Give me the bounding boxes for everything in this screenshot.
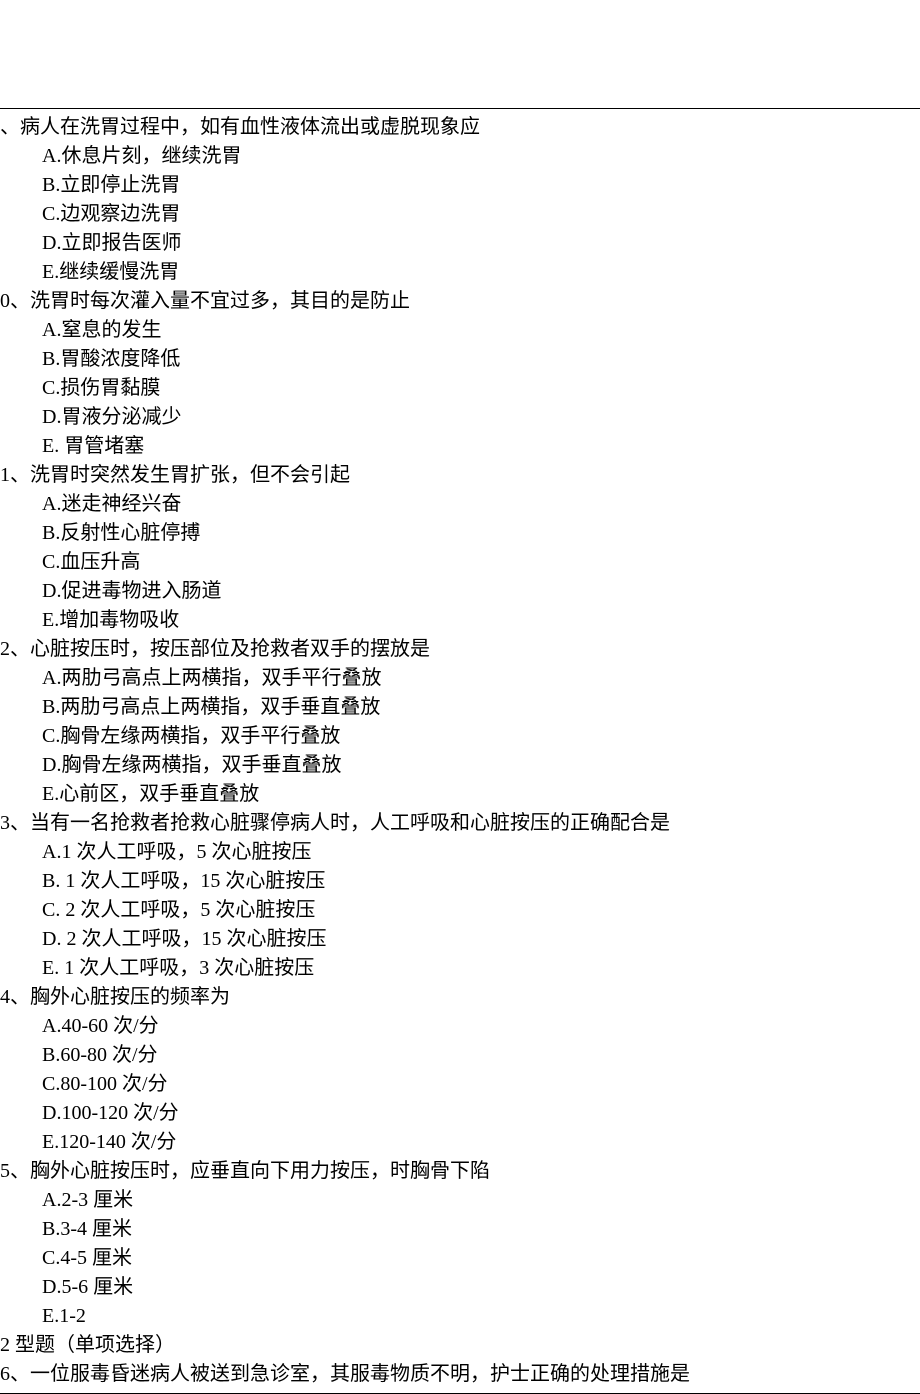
- option: A.窒息的发生: [0, 316, 920, 345]
- option: B.3-4 厘米: [0, 1215, 920, 1244]
- question-text: 1、洗胃时突然发生胃扩张，但不会引起: [0, 461, 920, 490]
- option: E.继续缓慢洗胃: [0, 258, 920, 287]
- option: E.120-140 次/分: [0, 1128, 920, 1157]
- option: A.迷走神经兴奋: [0, 490, 920, 519]
- option: E. 胃管堵塞: [0, 432, 920, 461]
- question-stem: 、心脏按压时，按压部位及抢救者双手的摆放是: [10, 638, 430, 660]
- question-stem: 、当有一名抢救者抢救心脏骤停病人时，人工呼吸和心脏按压的正确配合是: [10, 812, 670, 834]
- question-stem: 、洗胃时突然发生胃扩张，但不会引起: [10, 464, 350, 486]
- option: A.两肋弓高点上两横指，双手平行叠放: [0, 664, 920, 693]
- option: A.1 次人工呼吸，5 次心脏按压: [0, 838, 920, 867]
- option: D.胃液分泌减少: [0, 403, 920, 432]
- question-stem: 、洗胃时每次灌入量不宜过多，其目的是防止: [10, 290, 410, 312]
- option: B. 1 次人工呼吸，15 次心脏按压: [0, 867, 920, 896]
- option: A.40-60 次/分: [0, 1012, 920, 1041]
- option: B.反射性心脏停搏: [0, 519, 920, 548]
- option: C.4-5 厘米: [0, 1244, 920, 1273]
- option: A.休息片刻，继续洗胃: [0, 142, 920, 171]
- option: B.两肋弓高点上两横指，双手垂直叠放: [0, 693, 920, 722]
- option: D. 2 次人工呼吸，15 次心脏按压: [0, 925, 920, 954]
- question-stem: 、病人在洗胃过程中，如有血性液体流出或虚脱现象应: [0, 116, 480, 138]
- question-text: 3、当有一名抢救者抢救心脏骤停病人时，人工呼吸和心脏按压的正确配合是: [0, 809, 920, 838]
- option: B.胃酸浓度降低: [0, 345, 920, 374]
- question-number: 2: [0, 638, 10, 660]
- option: A.2-3 厘米: [0, 1186, 920, 1215]
- option: C.边观察边洗胃: [0, 200, 920, 229]
- question-text: 4、胸外心脏按压的频率为: [0, 983, 920, 1012]
- section-header: 2 型题（单项选择）: [0, 1331, 920, 1360]
- question-number: 3: [0, 812, 10, 834]
- option: C.胸骨左缘两横指，双手平行叠放: [0, 722, 920, 751]
- question-number: 4: [0, 986, 10, 1008]
- option: C.损伤胃黏膜: [0, 374, 920, 403]
- option: D.胸骨左缘两横指，双手垂直叠放: [0, 751, 920, 780]
- question-text: 6、一位服毒昏迷病人被送到急诊室，其服毒物质不明，护士正确的处理措施是: [0, 1360, 920, 1389]
- option: B.立即停止洗胃: [0, 171, 920, 200]
- question-stem: 、胸外心脏按压的频率为: [10, 986, 230, 1008]
- question-number: 6: [0, 1363, 10, 1385]
- option: B.60-80 次/分: [0, 1041, 920, 1070]
- question-text: 0、洗胃时每次灌入量不宜过多，其目的是防止: [0, 287, 920, 316]
- question-text: 2、心脏按压时，按压部位及抢救者双手的摆放是: [0, 635, 920, 664]
- question-text: 5、胸外心脏按压时，应垂直向下用力按压，时胸骨下陷: [0, 1157, 920, 1186]
- question-number: 1: [0, 464, 10, 486]
- option: D.5-6 厘米: [0, 1273, 920, 1302]
- option: C.血压升高: [0, 548, 920, 577]
- option: D.促进毒物进入肠道: [0, 577, 920, 606]
- option: D.100-120 次/分: [0, 1099, 920, 1128]
- question-stem: 、一位服毒昏迷病人被送到急诊室，其服毒物质不明，护士正确的处理措施是: [10, 1363, 690, 1385]
- question-number: 0: [0, 290, 10, 312]
- option: E.1-2: [0, 1302, 920, 1331]
- option: E. 1 次人工呼吸，3 次心脏按压: [0, 954, 920, 983]
- question-number: 5: [0, 1160, 10, 1182]
- document-content: 、病人在洗胃过程中，如有血性液体流出或虚脱现象应 A.休息片刻，继续洗胃B.立即停…: [0, 108, 920, 1394]
- option: E.心前区，双手垂直叠放: [0, 780, 920, 809]
- option: C.80-100 次/分: [0, 1070, 920, 1099]
- option: E.增加毒物吸收: [0, 606, 920, 635]
- option: D.立即报告医师: [0, 229, 920, 258]
- option: C. 2 次人工呼吸，5 次心脏按压: [0, 896, 920, 925]
- question-text: 、病人在洗胃过程中，如有血性液体流出或虚脱现象应: [0, 113, 920, 142]
- question-stem: 、胸外心脏按压时，应垂直向下用力按压，时胸骨下陷: [10, 1160, 490, 1182]
